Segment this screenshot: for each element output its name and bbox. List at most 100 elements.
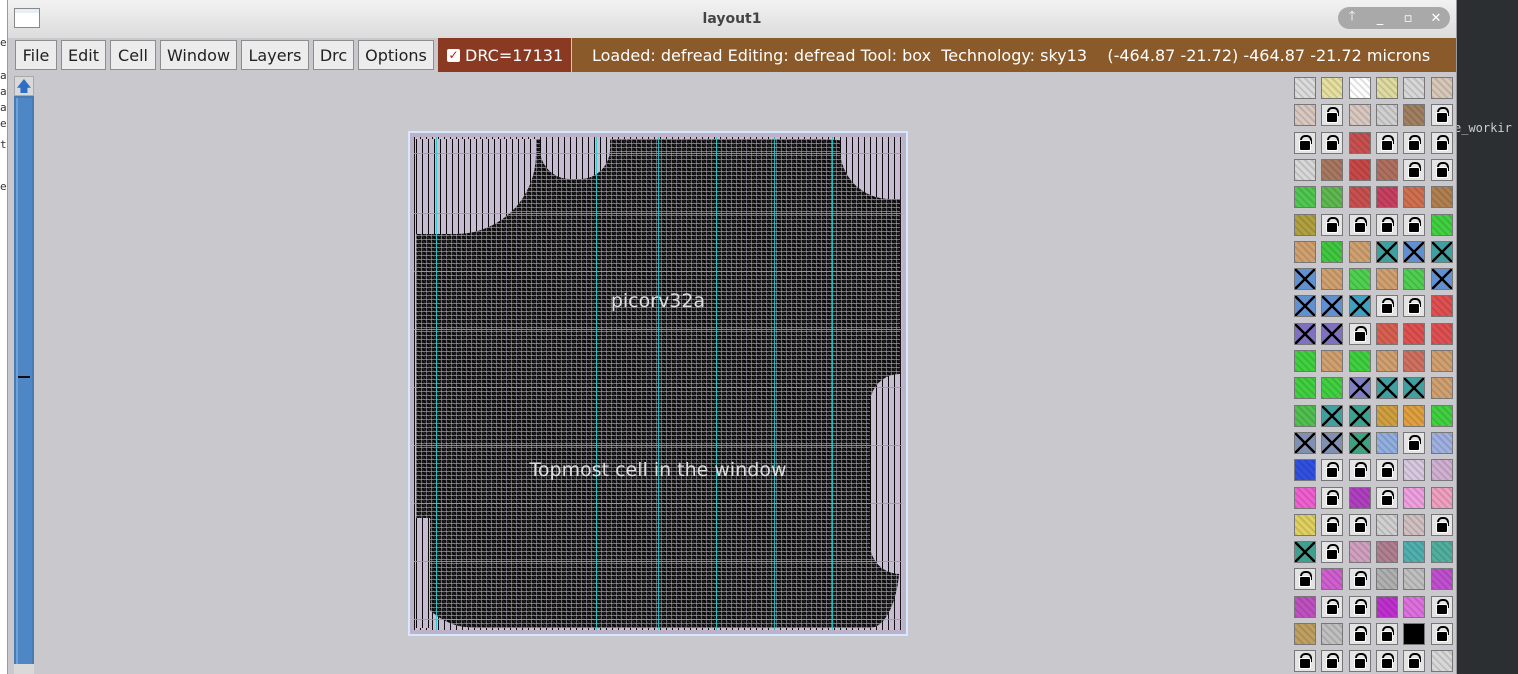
vertical-scrollbar[interactable]: 🡅 xyxy=(14,76,34,674)
layer-lock-icon[interactable] xyxy=(1348,513,1371,536)
layer-lock-icon[interactable] xyxy=(1348,595,1371,618)
layer-swatch[interactable] xyxy=(1321,158,1344,181)
layer-swatch[interactable] xyxy=(1294,213,1316,236)
layer-lock-icon[interactable] xyxy=(1321,650,1344,673)
layer-lock-icon[interactable] xyxy=(1294,568,1316,591)
layer-swatch[interactable] xyxy=(1348,486,1371,509)
scroll-up-arrow-icon[interactable]: 🡅 xyxy=(14,76,34,96)
layer-swatch[interactable] xyxy=(1348,158,1371,181)
layer-swatch[interactable] xyxy=(1375,104,1398,127)
layer-swatch[interactable] xyxy=(1430,240,1453,263)
menu-cell[interactable]: Cell xyxy=(110,40,156,70)
layer-swatch[interactable] xyxy=(1403,568,1426,591)
layer-swatch[interactable] xyxy=(1294,541,1316,564)
layer-swatch[interactable] xyxy=(1348,350,1371,372)
layer-lock-icon[interactable] xyxy=(1321,513,1344,536)
layer-swatch[interactable] xyxy=(1430,77,1453,99)
layer-swatch[interactable] xyxy=(1375,404,1398,427)
layer-swatch[interactable] xyxy=(1348,268,1371,291)
layer-swatch[interactable] xyxy=(1375,513,1398,536)
layer-swatch[interactable] xyxy=(1375,541,1398,564)
layer-swatch[interactable] xyxy=(1430,431,1453,454)
layer-swatch[interactable] xyxy=(1430,350,1453,372)
layer-swatch[interactable] xyxy=(1403,240,1426,263)
layer-swatch[interactable] xyxy=(1294,268,1316,291)
layer-lock-icon[interactable] xyxy=(1403,431,1426,454)
layer-lock-icon[interactable] xyxy=(1430,131,1453,154)
layer-swatch[interactable] xyxy=(1403,104,1426,127)
layer-lock-icon[interactable] xyxy=(1321,213,1344,236)
layer-swatch[interactable] xyxy=(1403,350,1426,372)
layer-lock-icon[interactable] xyxy=(1348,213,1371,236)
layer-lock-icon[interactable] xyxy=(1321,541,1344,564)
layer-lock-icon[interactable] xyxy=(1375,295,1398,318)
layer-swatch[interactable] xyxy=(1375,431,1398,454)
layer-lock-icon[interactable] xyxy=(1375,213,1398,236)
layer-swatch[interactable] xyxy=(1375,186,1398,209)
layer-swatch[interactable] xyxy=(1430,295,1453,318)
layer-lock-icon[interactable] xyxy=(1321,104,1344,127)
layer-swatch[interactable] xyxy=(1294,404,1316,427)
close-icon[interactable]: ✕ xyxy=(1425,11,1447,26)
layer-swatch[interactable] xyxy=(1348,77,1371,99)
layer-swatch[interactable] xyxy=(1375,595,1398,618)
layer-swatch[interactable] xyxy=(1294,623,1316,645)
layer-swatch[interactable] xyxy=(1430,268,1453,291)
layer-swatch[interactable] xyxy=(1294,322,1316,345)
layer-lock-icon[interactable] xyxy=(1430,104,1453,127)
layer-swatch[interactable] xyxy=(1321,322,1344,345)
layer-swatch[interactable] xyxy=(1294,595,1316,618)
layer-swatch[interactable] xyxy=(1430,459,1453,482)
shade-icon[interactable]: 🡑 xyxy=(1341,7,1363,29)
layer-swatch[interactable] xyxy=(1430,568,1453,591)
layer-lock-icon[interactable] xyxy=(1375,623,1398,645)
layer-swatch[interactable] xyxy=(1294,104,1316,127)
layer-swatch[interactable] xyxy=(1321,404,1344,427)
layer-lock-icon[interactable] xyxy=(1403,295,1426,318)
layer-swatch[interactable] xyxy=(1348,377,1371,400)
layer-lock-icon[interactable] xyxy=(1403,158,1426,181)
layer-swatch[interactable] xyxy=(1294,158,1316,181)
layer-swatch[interactable] xyxy=(1294,186,1316,209)
layer-swatch[interactable] xyxy=(1403,513,1426,536)
layer-swatch[interactable] xyxy=(1375,158,1398,181)
layer-swatch[interactable] xyxy=(1294,377,1316,400)
menu-window[interactable]: Window xyxy=(160,40,237,70)
layer-lock-icon[interactable] xyxy=(1375,486,1398,509)
maximize-icon[interactable]: ▫ xyxy=(1397,11,1419,26)
layer-lock-icon[interactable] xyxy=(1430,623,1453,645)
layer-lock-icon[interactable] xyxy=(1403,131,1426,154)
layer-lock-icon[interactable] xyxy=(1348,623,1371,645)
layer-swatch[interactable] xyxy=(1430,213,1453,236)
layer-lock-icon[interactable] xyxy=(1294,650,1316,673)
layer-swatch[interactable] xyxy=(1294,431,1316,454)
menu-edit[interactable]: Edit xyxy=(61,40,106,70)
layer-lock-icon[interactable] xyxy=(1375,650,1398,673)
layer-swatch[interactable] xyxy=(1321,186,1344,209)
layer-swatch[interactable] xyxy=(1403,377,1426,400)
layer-swatch[interactable] xyxy=(1375,77,1398,99)
scroll-thumb[interactable] xyxy=(16,98,32,664)
layer-swatch[interactable] xyxy=(1375,568,1398,591)
layer-lock-icon[interactable] xyxy=(1321,595,1344,618)
layer-swatch[interactable] xyxy=(1430,322,1453,345)
layer-swatch[interactable] xyxy=(1348,295,1371,318)
layer-swatch[interactable] xyxy=(1321,431,1344,454)
layer-swatch[interactable] xyxy=(1403,404,1426,427)
layer-swatch[interactable] xyxy=(1430,404,1453,427)
menu-file[interactable]: File xyxy=(15,40,57,70)
layer-lock-icon[interactable] xyxy=(1348,459,1371,482)
layer-lock-icon[interactable] xyxy=(1430,513,1453,536)
layer-swatch[interactable] xyxy=(1321,377,1344,400)
menu-options[interactable]: Options xyxy=(358,40,434,70)
layer-lock-icon[interactable] xyxy=(1321,486,1344,509)
layer-swatch[interactable] xyxy=(1348,240,1371,263)
layer-swatch[interactable] xyxy=(1430,650,1453,673)
layer-lock-icon[interactable] xyxy=(1321,459,1344,482)
layer-swatch[interactable] xyxy=(1348,541,1371,564)
layer-swatch[interactable] xyxy=(1294,350,1316,372)
layer-swatch[interactable] xyxy=(1294,459,1316,482)
layer-swatch[interactable] xyxy=(1348,104,1371,127)
cell-layout[interactable]: picorv32a Topmost cell in the window xyxy=(408,131,908,636)
layer-swatch[interactable] xyxy=(1321,240,1344,263)
